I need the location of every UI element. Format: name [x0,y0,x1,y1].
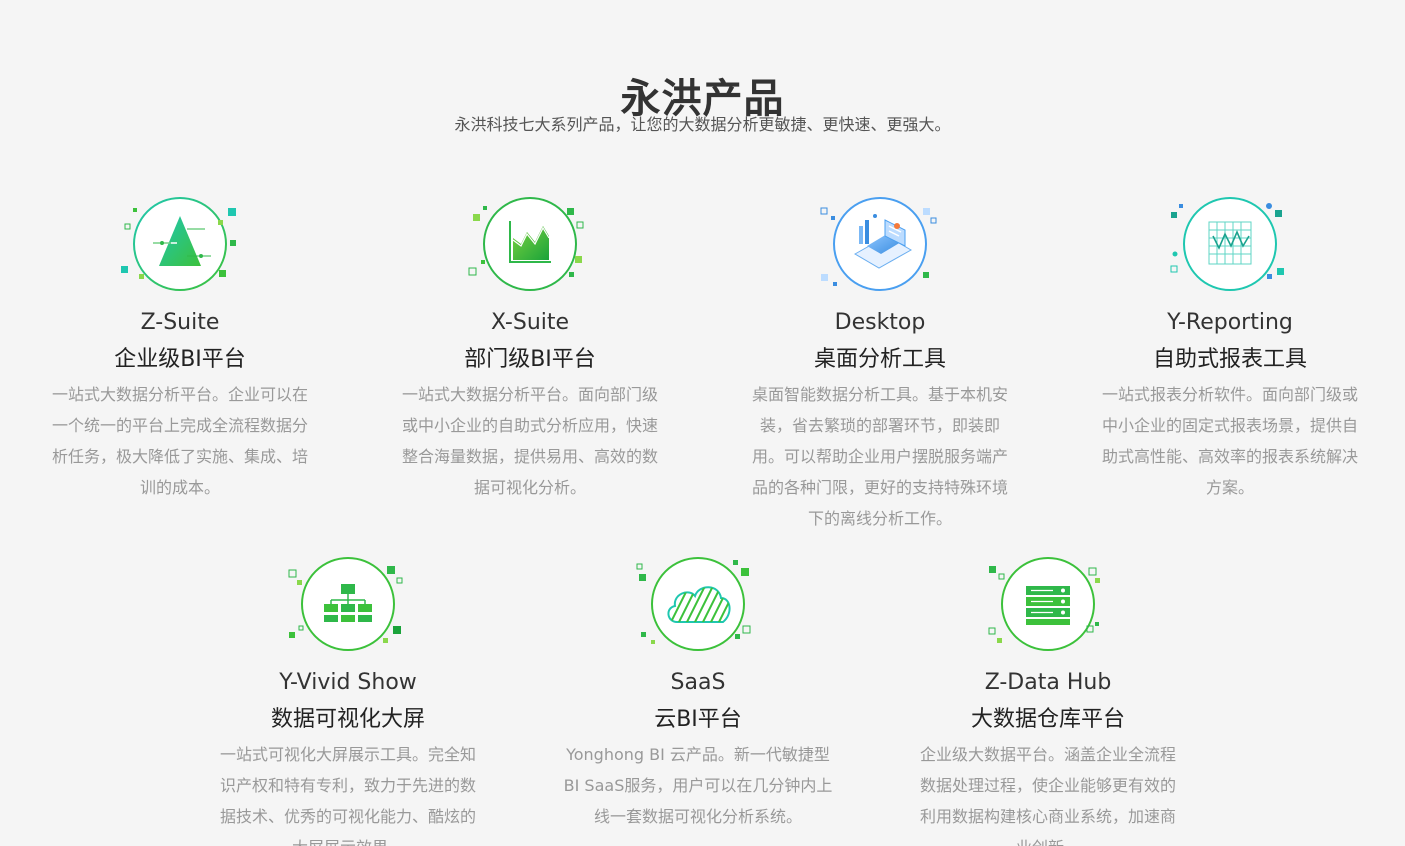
product-name-cn[interactable]: 自助式报表工具 [1080,345,1380,375]
cloud-icon [633,556,763,656]
database-icon [983,556,1113,656]
report-grid-icon [1165,196,1295,296]
desktop-dashboard-icon [815,196,945,296]
product-card-z-suite[interactable]: Z-Suite 企业级BI平台 一站式大数据分析平台。企业可以在一个统一的平台上… [30,196,330,503]
product-name-cn[interactable]: 云BI平台 [548,705,848,735]
org-chart-icon [283,556,413,656]
pyramid-chart-icon [115,196,245,296]
product-card-y-vivid-show[interactable]: Y-Vivid Show 数据可视化大屏 一站式可视化大屏展示工具。完全知识产权… [198,556,498,846]
product-name-cn[interactable]: 部门级BI平台 [380,345,680,375]
product-card-desktop[interactable]: Desktop 桌面分析工具 桌面智能数据分析工具。基于本机安装，省去繁琐的部署… [730,196,1030,534]
product-description: 一站式大数据分析平台。企业可以在一个统一的平台上完成全流程数据分析任务，极大降低… [51,385,308,497]
area-chart-icon [465,196,595,296]
product-card-saas[interactable]: SaaS 云BI平台 Yonghong BI 云产品。新一代敏捷型BI SaaS… [548,556,848,832]
product-name-en[interactable]: Desktop [730,308,1030,338]
product-description: Yonghong BI 云产品。新一代敏捷型BI SaaS服务，用户可以在几分钟… [563,745,833,826]
product-description: 一站式报表分析软件。面向部门级或中小企业的固定式报表场景，提供自助式高性能、高效… [1101,385,1358,497]
product-name-cn[interactable]: 大数据仓库平台 [898,705,1198,735]
product-name-cn[interactable]: 数据可视化大屏 [198,705,498,735]
product-description: 桌面智能数据分析工具。基于本机安装，省去繁琐的部署环节，即装即用。可以帮助企业用… [751,385,1008,528]
page-subtitle: 永洪科技七大系列产品，让您的大数据分析更敏捷、更快速、更强大。 [454,115,951,134]
product-name-en[interactable]: X-Suite [380,308,680,338]
product-description: 企业级大数据平台。涵盖企业全流程数据处理过程，使企业能够更有效的利用数据构建核心… [919,745,1176,846]
product-name-en[interactable]: SaaS [548,668,848,698]
product-name-cn[interactable]: 企业级BI平台 [30,345,330,375]
product-name-en[interactable]: Y-Vivid Show [198,668,498,698]
product-description: 一站式大数据分析平台。面向部门级或中小企业的自助式分析应用，快速整合海量数据，提… [401,385,658,497]
product-name-en[interactable]: Z-Suite [30,308,330,338]
product-description: 一站式可视化大屏展示工具。完全知识产权和特有专利，致力于先进的数据技术、优秀的可… [219,745,476,846]
product-name-en[interactable]: Z-Data Hub [898,668,1198,698]
product-card-z-data-hub[interactable]: Z-Data Hub 大数据仓库平台 企业级大数据平台。涵盖企业全流程数据处理过… [898,556,1198,846]
product-card-x-suite[interactable]: X-Suite 部门级BI平台 一站式大数据分析平台。面向部门级或中小企业的自助… [380,196,680,503]
product-card-y-reporting[interactable]: Y-Reporting 自助式报表工具 一站式报表分析软件。面向部门级或中小企业… [1080,196,1380,503]
product-name-cn[interactable]: 桌面分析工具 [730,345,1030,375]
product-name-en[interactable]: Y-Reporting [1080,308,1380,338]
